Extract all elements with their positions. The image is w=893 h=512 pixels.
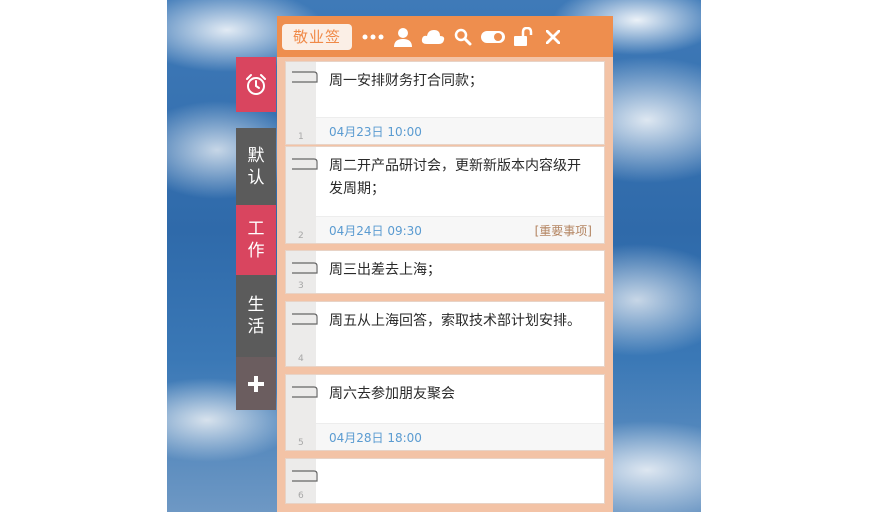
note-number: 3 <box>298 281 304 291</box>
note-number: 6 <box>298 491 304 501</box>
note-text[interactable]: 周六去参加朋友聚会 <box>329 383 592 406</box>
clip-icon <box>292 71 318 83</box>
tab-reminders[interactable] <box>236 57 276 112</box>
note-number: 1 <box>298 132 304 142</box>
note-item[interactable]: 1 周一安排财务打合同款； 04月23日 10:00 <box>285 61 605 145</box>
sticky-note-widget: 敬业签 1 周一安排财务打合同款； 04月23日 10:00 2 周二开产品研讨… <box>277 16 613 512</box>
clip-icon <box>292 313 318 325</box>
note-text[interactable]: 周二开产品研讨会，更新新版本内容级开发周期； <box>329 155 592 201</box>
note-footer: 04月24日 09:30 [重要事项] <box>316 216 604 243</box>
user-icon[interactable] <box>388 22 418 52</box>
note-reminder-time[interactable]: 04月23日 10:00 <box>329 123 422 140</box>
close-icon[interactable] <box>538 22 568 52</box>
note-number: 5 <box>298 438 304 448</box>
note-text[interactable]: 周五从上海回答，索取技术部计划安排。 <box>329 310 592 333</box>
tab-life[interactable]: 生 活 <box>236 275 276 357</box>
note-footer: 04月23日 10:00 <box>316 117 604 144</box>
cloud-icon[interactable] <box>418 22 448 52</box>
tab-default-char-1: 默 <box>247 145 265 166</box>
tab-work[interactable]: 工 作 <box>236 205 276 275</box>
note-item[interactable]: 2 周二开产品研讨会，更新新版本内容级开发周期； 04月24日 09:30 [重… <box>285 146 605 244</box>
note-reminder-time[interactable]: 04月28日 18:00 <box>329 429 422 446</box>
widget-header: 敬业签 <box>277 16 613 57</box>
alarm-icon <box>246 73 266 95</box>
plus-icon <box>248 375 264 392</box>
brand-logo[interactable]: 敬业签 <box>282 23 352 50</box>
toggle-icon[interactable] <box>478 22 508 52</box>
note-text[interactable]: 周一安排财务打合同款； <box>329 70 592 93</box>
add-category-button[interactable] <box>236 357 276 410</box>
unlock-icon[interactable] <box>508 22 538 52</box>
clip-icon <box>292 262 318 274</box>
tab-life-char-1: 生 <box>247 295 265 315</box>
note-tag[interactable]: [重要事项] <box>535 222 592 239</box>
note-item[interactable]: 5 周六去参加朋友聚会 04月28日 18:00 <box>285 374 605 451</box>
clip-icon <box>292 470 318 482</box>
tab-work-char-2: 作 <box>247 241 265 261</box>
clip-icon <box>292 158 318 170</box>
tab-work-char-1: 工 <box>247 219 265 239</box>
note-item[interactable]: 3 周三出差去上海； <box>285 250 605 294</box>
note-reminder-time[interactable]: 04月24日 09:30 <box>329 222 422 239</box>
note-item[interactable]: 6 <box>285 458 605 504</box>
clip-icon <box>292 386 318 398</box>
search-icon[interactable] <box>448 22 478 52</box>
tab-default[interactable]: 默 认 <box>236 128 276 205</box>
more-icon[interactable] <box>358 22 388 52</box>
note-item[interactable]: 4 周五从上海回答，索取技术部计划安排。 <box>285 301 605 367</box>
note-text[interactable]: 周三出差去上海； <box>329 259 592 282</box>
tab-life-char-2: 活 <box>247 317 265 337</box>
note-footer: 04月28日 18:00 <box>316 423 604 450</box>
note-number: 2 <box>298 231 304 241</box>
note-number: 4 <box>298 354 304 364</box>
tab-default-char-2: 认 <box>247 167 265 188</box>
